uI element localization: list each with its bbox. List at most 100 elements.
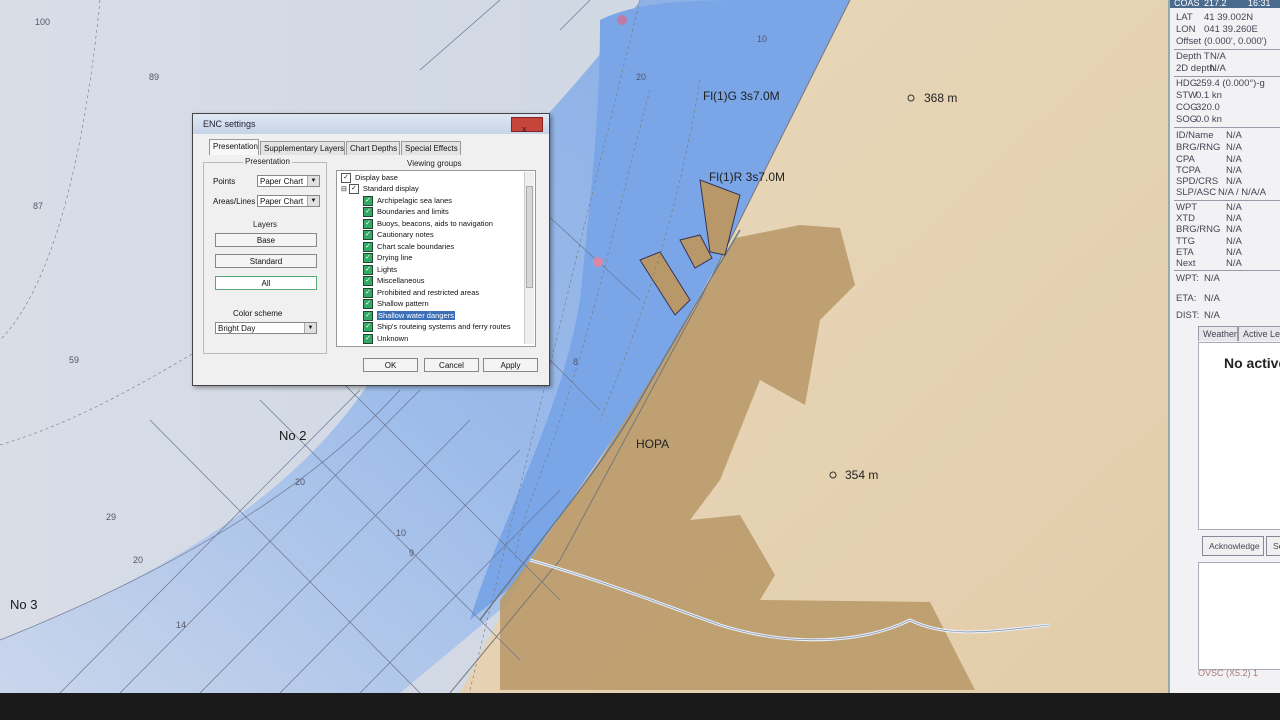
select-button[interactable]: Sel [1266, 536, 1280, 556]
checkbox-icon[interactable]: ✓ [363, 230, 373, 241]
checkbox-icon[interactable]: ✓ [348, 184, 359, 195]
tab-supplementary-layers[interactable]: Supplementary Layers [260, 141, 345, 155]
tree-item-unknown[interactable]: ✓ Unknown [363, 333, 408, 345]
layer-base-button[interactable]: Base [215, 233, 317, 247]
viewing-groups-title: Viewing groups [405, 159, 464, 168]
scroll-thumb[interactable] [526, 186, 533, 288]
target-slp-row: SLP/ASC N/A / N/A/A [1176, 187, 1267, 198]
eta-row: ETA: N/A [1176, 293, 1220, 304]
depth-sounding: 10 [396, 528, 407, 538]
chevron-down-icon: ▼ [304, 323, 316, 333]
sog-row: SOG0.0 kn [1176, 114, 1222, 125]
color-scheme-label: Color scheme [233, 309, 283, 318]
collapse-icon[interactable]: ⊟ [341, 186, 347, 193]
presentation-group-title: Presentation [243, 157, 292, 166]
checkbox-icon[interactable]: ✓ [363, 334, 373, 345]
depth-sounding: 8 [573, 357, 579, 367]
tab-special-effects[interactable]: Special Effects [401, 141, 461, 155]
tree-item-prohibited[interactable]: ✓ Prohibited and restricted areas [363, 287, 479, 299]
area-label-no3: No 3 [10, 597, 38, 612]
wpt-row: WPT: N/A [1176, 273, 1220, 284]
ok-button[interactable]: OK [363, 358, 418, 372]
points-select[interactable]: Paper Chart ▼ [257, 175, 320, 187]
route-xtd-row: XTD N/A [1176, 213, 1242, 224]
route-next-row: Next N/A [1176, 258, 1242, 269]
layer-standard-button[interactable]: Standard [215, 254, 317, 268]
stw-row: STW0.1 kn [1176, 90, 1222, 101]
hdg-row: HDG259.4 (0.000°)-g [1176, 78, 1265, 89]
areas-lines-select[interactable]: Paper Chart ▼ [257, 195, 320, 207]
depth-sounding: 10 [757, 34, 768, 44]
depth-sounding: 20 [133, 555, 144, 565]
enc-settings-dialog: ENC settings x Presentation Supplementar… [192, 113, 550, 386]
checkbox-icon[interactable]: ✓ [363, 253, 373, 264]
close-icon: x [522, 124, 527, 134]
route-ttg-row: TTG N/A [1176, 236, 1242, 247]
tree-item-shallow-pattern[interactable]: ✓ Shallow pattern [363, 298, 429, 310]
alarm-tabs: Weather Active Le [1198, 326, 1280, 343]
tree-item-archipelagic[interactable]: ✓ Archipelagic sea lanes [363, 195, 452, 207]
depth-sounding: 59 [69, 355, 80, 365]
tree-item-lights[interactable]: ✓ Lights [363, 264, 397, 276]
checkbox-icon[interactable]: ✓ [363, 219, 373, 230]
tree-item-ships-routeing[interactable]: ✓ Ship's routeing systems and ferry route… [363, 321, 511, 333]
tab-active-layers[interactable]: Active Le [1238, 326, 1280, 341]
tree-item-shallow-water-dangers[interactable]: ✓ Shallow water dangers [363, 310, 455, 322]
lat-row: LAT 41 39.002N [1176, 12, 1254, 23]
alarm-list: No active [1198, 342, 1280, 530]
layer-all-button[interactable]: All [215, 276, 317, 290]
dist-row: DIST: N/A [1176, 310, 1220, 321]
tree-item-cautionary-notes[interactable]: ✓ Cautionary notes [363, 229, 434, 241]
route-brg-row: BRG/RNG N/A [1176, 224, 1242, 235]
chevron-down-icon: ▼ [307, 176, 319, 186]
color-scheme-select[interactable]: Bright Day ▼ [215, 322, 317, 334]
depth-sounding: 87 [33, 201, 44, 211]
tree-item-standard-display[interactable]: ⊟ ✓ Standard display [341, 183, 419, 195]
tab-chart-depths[interactable]: Chart Depths [346, 141, 400, 155]
checkbox-icon[interactable]: ✓ [363, 322, 373, 333]
checkbox-icon[interactable]: ✓ [363, 242, 373, 253]
light-label-red: Fl(1)R 3s7.0M [709, 170, 786, 184]
checkbox-icon[interactable]: ✓ [341, 173, 351, 184]
acknowledge-button[interactable]: Acknowledge [1202, 536, 1264, 556]
cog-row: COG320.0 [1176, 102, 1220, 113]
route-eta-row: ETA N/A [1176, 247, 1242, 258]
target-cpa-row: CPA N/A [1176, 154, 1242, 165]
checkbox-icon[interactable]: ✓ [363, 265, 373, 276]
2d-depth-row: 2D depthN/A [1176, 63, 1226, 74]
tab-presentation[interactable]: Presentation [209, 139, 259, 155]
dialog-title: ENC settings [203, 119, 256, 129]
tree-scrollbar[interactable] [524, 172, 534, 344]
tree-item-miscellaneous[interactable]: ✓ Miscellaneous [363, 275, 425, 287]
dialog-titlebar[interactable]: ENC settings x [193, 114, 549, 134]
depth-sounding: 100 [35, 17, 51, 27]
tree-item-chart-scale[interactable]: ✓ Chart scale boundaries [363, 241, 454, 253]
tree-item-boundaries[interactable]: ✓ Boundaries and limits [363, 206, 449, 218]
depth-sounding: 29 [106, 512, 117, 522]
depth-sounding: 20 [295, 477, 306, 487]
close-button[interactable]: x [511, 117, 543, 134]
checkbox-icon[interactable]: ✓ [363, 311, 373, 322]
checkbox-icon[interactable]: ✓ [363, 288, 373, 299]
depth-row: Depth TN/A [1176, 51, 1226, 62]
status-text: OVSC (X5.2) 1 [1198, 668, 1259, 678]
checkbox-icon[interactable]: ✓ [363, 207, 373, 218]
cancel-button[interactable]: Cancel [424, 358, 479, 372]
panel-header: COAS 217.2 16:31 [1170, 0, 1280, 8]
target-tcpa-row: TCPA N/A [1176, 165, 1242, 176]
tab-weather[interactable]: Weather [1198, 326, 1238, 341]
tree-item-drying-line[interactable]: ✓ Drying line [363, 252, 412, 264]
apply-button[interactable]: Apply [483, 358, 538, 372]
layers-group-title: Layers [251, 220, 280, 229]
checkbox-icon[interactable]: ✓ [363, 276, 373, 287]
town-label: HOPA [636, 437, 670, 451]
depth-sounding: 9 [409, 548, 415, 558]
tree-item-buoys[interactable]: ✓ Buoys, beacons, aids to navigation [363, 218, 493, 230]
nautical-chart[interactable]: Fl(1)G 3s7.0M Fl(1)R 3s7.0M 368 m 354 m … [0, 0, 1195, 693]
tree-item-display-base[interactable]: ✓ Display base [341, 172, 398, 184]
checkbox-icon[interactable]: ✓ [363, 299, 373, 310]
checkbox-icon[interactable]: ✓ [363, 196, 373, 207]
offset-row: Offset (0.000', 0.000') [1176, 36, 1267, 47]
viewing-groups-tree[interactable]: ✓ Display base ⊟ ✓ Standard display ✓ Archip… [336, 170, 536, 347]
target-brg-row: BRG/RNG N/A [1176, 142, 1242, 153]
